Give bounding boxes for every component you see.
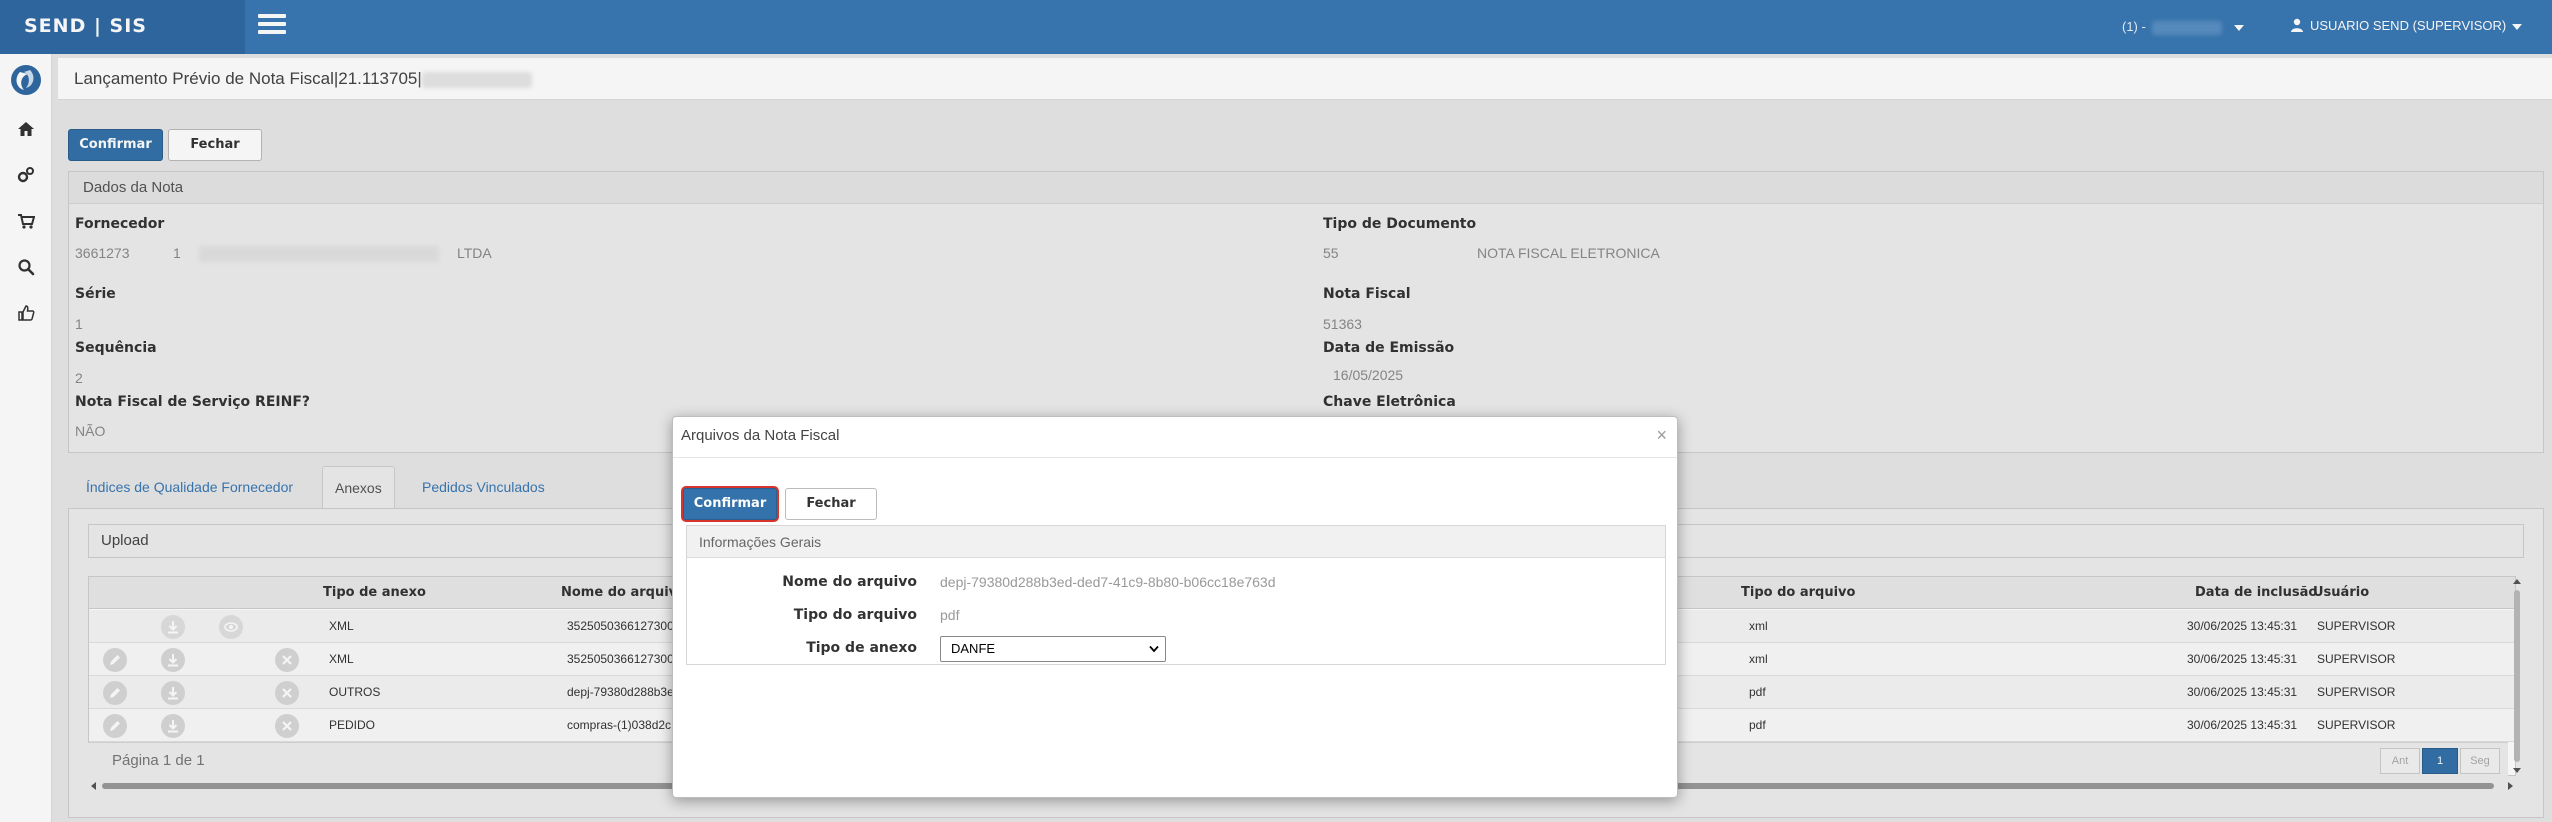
attachment-type-selected: DANFE [951,641,996,656]
modal-title: Arquivos da Nota Fiscal [681,427,840,444]
file-name-label: Nome do arquivo [782,574,917,590]
modal-close-button[interactable]: Fechar [785,488,877,520]
modal-confirm-button[interactable]: Confirmar [683,488,777,520]
attachments-modal: Arquivos da Nota Fiscal × Confirmar Fech… [672,416,1678,798]
general-info-title: Informações Gerais [687,526,1665,558]
file-name-value: depj-79380d288b3ed-ded7-41c9-8b80-b06cc1… [940,574,1276,590]
file-type-value: pdf [940,607,960,623]
chevron-down-icon [1149,645,1159,653]
general-info-panel: Informações Gerais Nome do arquivo depj-… [686,525,1666,665]
close-icon[interactable]: × [1656,425,1667,446]
attachment-type-select[interactable]: DANFE [940,636,1166,662]
modal-divider [673,457,1677,458]
attachment-type-label: Tipo de anexo [806,640,917,656]
file-type-label: Tipo do arquivo [793,607,917,623]
